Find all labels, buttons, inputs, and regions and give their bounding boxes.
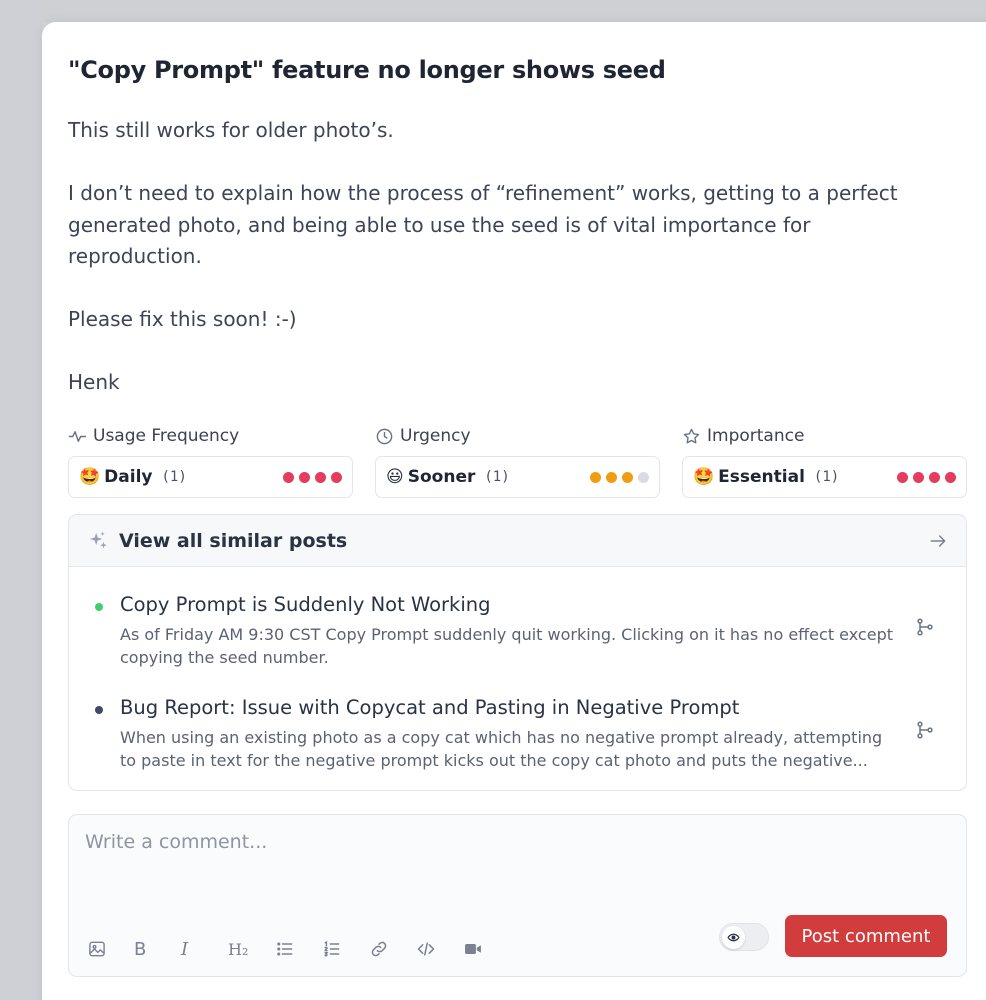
code-button[interactable] [416,937,463,961]
level-dots [283,471,342,483]
level-dot-filled [315,471,326,483]
status-dot [95,706,103,714]
metric-label: Usage Frequency [93,426,240,446]
level-dot-filled [331,471,342,483]
similar-post-description: As of Friday AM 9:30 CST Copy Prompt sud… [120,625,893,667]
link-button[interactable] [369,937,416,961]
code-icon [417,942,435,956]
formatting-toolbar: B I H₂ [87,937,510,961]
level-dot-filled [945,471,956,483]
metric-value: Daily [104,467,153,487]
emoji-icon: 😃 [386,467,404,486]
level-dot-filled [622,471,633,483]
activity-icon [68,430,87,442]
metric-value: Sooner [407,467,476,487]
post-metrics: Usage Frequency 🤩 Daily (1) Urgency 😃 So… [68,424,968,500]
level-dot-filled [606,471,617,483]
metric-usage-frequency: Usage Frequency 🤩 Daily (1) [68,424,353,498]
star-icon [683,428,700,443]
post-title: "Copy Prompt" feature no longer shows se… [68,56,666,84]
git-merge-icon[interactable] [915,617,935,637]
arrow-right-icon [930,534,946,547]
similar-post-item[interactable]: Bug Report: Issue with Copycat and Pasti… [69,696,966,776]
similar-post-description: When using an existing photo as a copy c… [120,728,883,770]
status-dot [95,603,103,611]
metric-count: (1) [813,469,840,485]
metric-importance: Importance 🤩 Essential (1) [682,424,967,498]
usage-frequency-selector[interactable]: 🤩 Daily (1) [68,456,353,498]
image-icon [89,941,105,957]
post-paragraph: I don’t need to explain how the process … [68,181,898,268]
bold-button[interactable]: B [134,937,181,961]
clock-icon [376,428,393,444]
numbered-list-button[interactable] [322,937,369,961]
post-paragraph: This still works for older photo’s. [68,118,394,142]
post-body: This still works for older photo’s. I do… [68,115,948,399]
emoji-icon: 🤩 [693,467,715,486]
similar-post-item[interactable]: Copy Prompt is Suddenly Not Working As o… [69,593,966,673]
level-dot-filled [283,471,294,483]
level-dots [897,471,956,483]
metric-label: Importance [707,426,805,446]
level-dot-filled [590,471,601,483]
numbered-list-icon [324,940,340,957]
similar-posts-title: View all similar posts [119,529,348,552]
view-similar-posts-button[interactable]: View all similar posts [69,515,966,567]
post-paragraph: Please fix this soon! :-) [68,307,297,331]
comment-input[interactable] [85,827,945,857]
level-dot-filled [913,471,924,483]
emoji-icon: 🤩 [79,467,101,486]
level-dot-filled [897,471,908,483]
metric-urgency: Urgency 😃 Sooner (1) [375,424,660,498]
background-app-left [0,0,42,1000]
level-dot-filled [929,471,940,483]
similar-post-title[interactable]: Copy Prompt is Suddenly Not Working [120,593,491,616]
urgency-selector[interactable]: 😃 Sooner (1) [375,456,660,498]
metric-value: Essential [718,467,805,487]
link-icon [371,941,387,957]
level-dots [590,471,649,483]
sparkles-icon [89,531,107,548]
post-comment-button[interactable]: Post comment [785,915,947,957]
preview-toggle[interactable] [719,923,769,951]
bullet-list-button[interactable] [275,937,322,961]
metric-label: Urgency [400,426,471,446]
italic-button[interactable]: I [181,937,228,961]
eye-icon [727,933,740,942]
metric-count: (1) [484,469,510,485]
video-camera-icon [465,944,481,954]
git-merge-icon[interactable] [915,720,935,740]
importance-selector[interactable]: 🤩 Essential (1) [682,456,967,498]
similar-posts-card: View all similar posts Copy Prompt is Su… [68,514,967,791]
metric-count: (1) [161,469,187,485]
similar-post-title[interactable]: Bug Report: Issue with Copycat and Pasti… [120,696,739,719]
level-dot-filled [299,471,310,483]
video-button[interactable] [463,937,510,961]
post-paragraph: Henk [68,370,120,394]
bullet-list-icon [277,942,293,956]
level-dot-empty [638,471,649,483]
image-button[interactable] [87,937,134,961]
comment-composer: B I H₂ Post comment [68,814,967,977]
background-app-strip [0,0,986,22]
heading-button[interactable]: H₂ [228,937,275,961]
